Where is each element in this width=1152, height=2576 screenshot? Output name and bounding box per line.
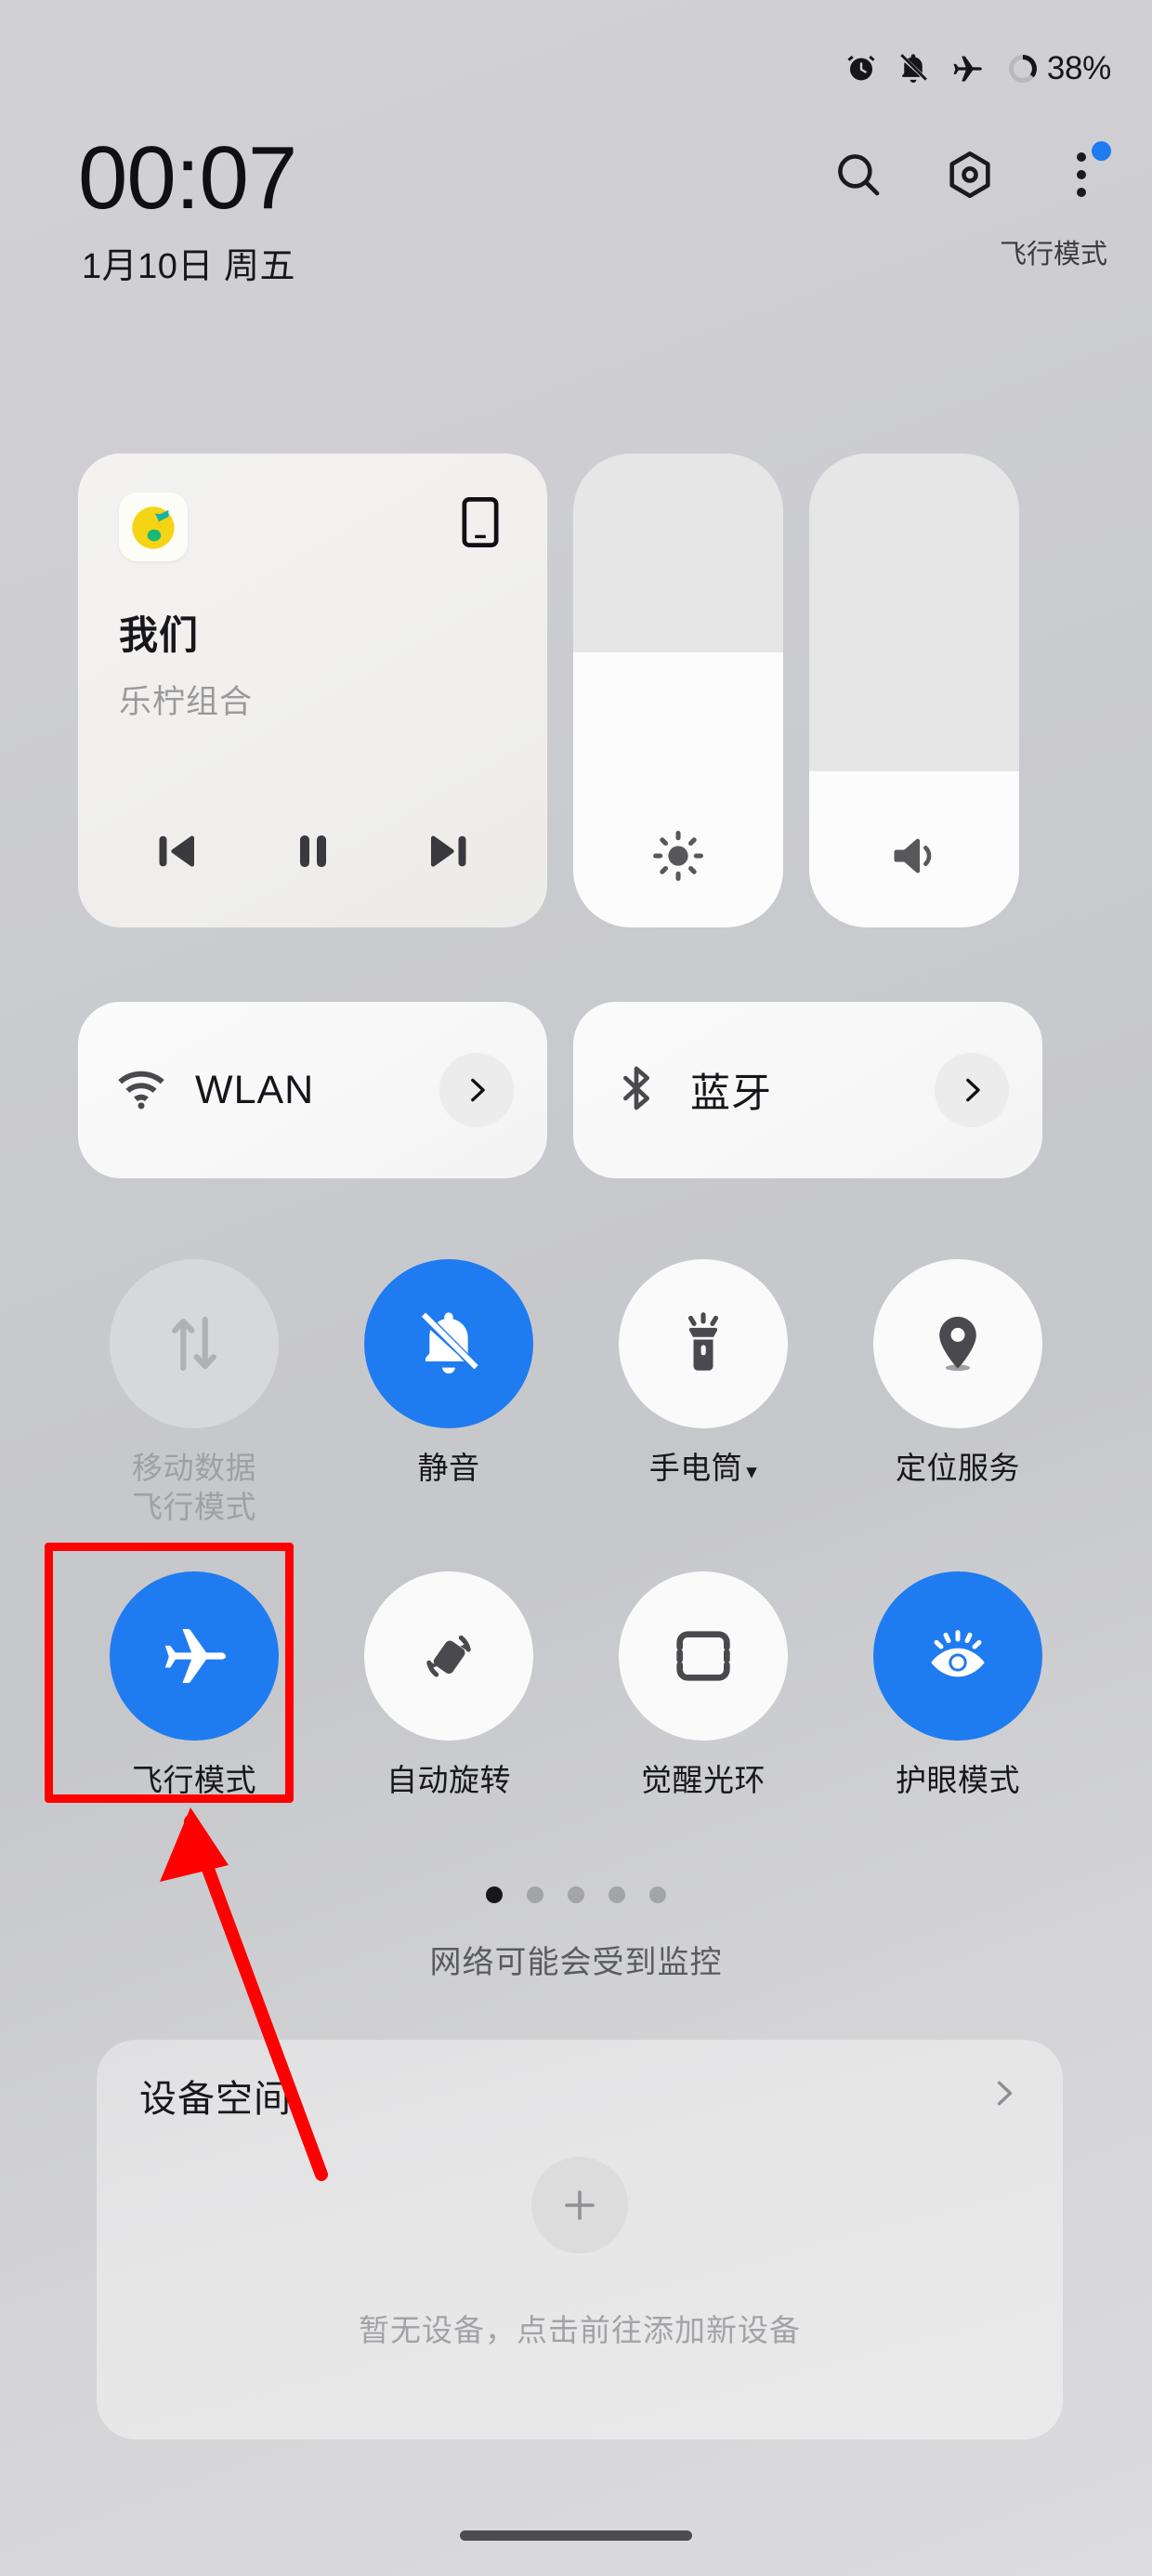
page-dot[interactable] (486, 1886, 503, 1903)
toggle-eye-comfort-label: 护眼模式 (896, 1763, 1020, 1798)
add-device-button[interactable] (531, 2157, 628, 2254)
home-indicator[interactable] (460, 2530, 692, 2541)
header-mode-label: 飞行模式 (999, 240, 1107, 269)
bell-muted-icon (897, 52, 930, 85)
brightness-fill (573, 652, 783, 927)
media-song-title: 我们 (119, 613, 200, 657)
media-and-sliders-row: 我们 乐柠组合 (78, 453, 1019, 927)
connectivity-row: WLAN 蓝牙 (78, 1002, 1042, 1178)
page-dot[interactable] (568, 1886, 584, 1903)
battery-ring-icon (1008, 55, 1037, 83)
toggle-wake-halo[interactable]: 觉醒光环 (576, 1571, 831, 1800)
toggle-mobile-data[interactable]: 移动数据 飞行模式 (67, 1259, 321, 1527)
chevron-right-icon[interactable] (987, 2077, 1020, 2115)
toggle-auto-rotate-label: 自动旋转 (386, 1763, 511, 1798)
toggle-airplane-mode-label: 飞行模式 (132, 1763, 256, 1798)
notification-badge (1092, 141, 1111, 161)
media-controls (78, 816, 547, 887)
panel-header: 00:07 1月10日 周五 飞行模式 (0, 134, 1152, 297)
bell-muted-icon (364, 1259, 533, 1428)
device-space-header[interactable]: 设备空间 (97, 2040, 1063, 2151)
page-indicator[interactable] (0, 1886, 1152, 1903)
device-space-empty-text: 暂无设备，点击前往添加新设备 (359, 2313, 801, 2347)
auto-rotate-icon (364, 1571, 533, 1741)
quick-settings-panel: 38% 00:07 1月10日 周五 飞行模式 我们 乐柠组合 WLAN 蓝牙 … (0, 0, 1152, 2576)
battery-indicator: 38% (1006, 50, 1111, 87)
bluetooth-label: 蓝牙 (690, 1071, 772, 1116)
search-icon[interactable] (831, 147, 886, 203)
network-monitor-notice: 网络可能会受到监控 (429, 1945, 723, 1980)
phone-cast-icon[interactable] (456, 494, 504, 555)
previous-track-icon[interactable] (142, 816, 213, 887)
toggle-location-label: 定位服务 (896, 1451, 1020, 1485)
page-dot[interactable] (649, 1886, 666, 1903)
toggle-mobile-data-label: 移动数据 (132, 1451, 256, 1485)
quick-toggle-grid: 移动数据 飞行模式 静音 手电筒 ▾ 定位服务 飞行模式 自动旋转 觉醒光环 护… (67, 1259, 1085, 1801)
wlan-chevron-button[interactable] (439, 1053, 514, 1127)
toggle-flashlight[interactable]: 手电筒 ▾ (576, 1259, 831, 1527)
toggle-silent-mode-label: 静音 (417, 1451, 480, 1485)
clock-time: 00:07 (78, 128, 297, 228)
wlan-label: WLAN (195, 1067, 315, 1112)
next-track-icon[interactable] (412, 816, 483, 887)
header-actions (831, 141, 1111, 203)
toggle-eye-comfort[interactable]: 护眼模式 (831, 1571, 1085, 1800)
chevron-down-icon[interactable]: ▾ (746, 1459, 757, 1483)
toggle-wake-halo-label: 觉醒光环 (641, 1763, 766, 1798)
eye-comfort-icon (873, 1571, 1042, 1741)
mobile-data-icon (110, 1259, 279, 1428)
settings-hex-icon[interactable] (942, 147, 998, 203)
bluetooth-icon (610, 1062, 662, 1119)
toggle-airplane-mode[interactable]: 飞行模式 (67, 1571, 321, 1800)
overflow-menu-icon[interactable] (1054, 141, 1111, 203)
pause-icon[interactable] (278, 816, 348, 887)
wifi-icon (115, 1062, 167, 1119)
toggle-flashlight-label: 手电筒 (648, 1451, 743, 1485)
plus-icon (565, 2190, 595, 2220)
volume-slider[interactable] (809, 453, 1019, 927)
device-space-title: 设备空间 (139, 2079, 292, 2120)
toggle-mobile-data-sublabel: 飞行模式 (132, 1490, 256, 1525)
page-dot[interactable] (609, 1886, 625, 1903)
flashlight-icon (619, 1259, 788, 1428)
device-space-card[interactable]: 设备空间 暂无设备，点击前往添加新设备 (97, 2040, 1063, 2439)
battery-percent-label: 38% (1046, 50, 1111, 86)
airplane-icon (949, 50, 986, 87)
toggle-silent-mode[interactable]: 静音 (321, 1259, 576, 1527)
brightness-slider[interactable] (573, 453, 783, 927)
toggle-location[interactable]: 定位服务 (831, 1259, 1085, 1527)
media-player-card[interactable]: 我们 乐柠组合 (78, 453, 547, 927)
page-dot[interactable] (527, 1886, 543, 1903)
bluetooth-card[interactable]: 蓝牙 (573, 1002, 1042, 1178)
bluetooth-chevron-button[interactable] (935, 1053, 1009, 1127)
location-pin-icon (873, 1259, 1042, 1428)
clock-date: 1月10日 周五 (82, 247, 295, 286)
alarm-icon (844, 52, 878, 85)
device-space-body: 暂无设备，点击前往添加新设备 (97, 2151, 1063, 2350)
media-artist-name: 乐柠组合 (119, 684, 254, 720)
status-bar: 38% (0, 0, 1152, 138)
brightness-icon (573, 829, 783, 883)
airplane-icon (110, 1571, 279, 1741)
toggle-auto-rotate[interactable]: 自动旋转 (321, 1571, 576, 1800)
volume-icon (809, 829, 1019, 883)
wake-halo-icon (619, 1571, 788, 1741)
wlan-card[interactable]: WLAN (78, 1002, 547, 1178)
qq-music-icon (119, 493, 188, 561)
